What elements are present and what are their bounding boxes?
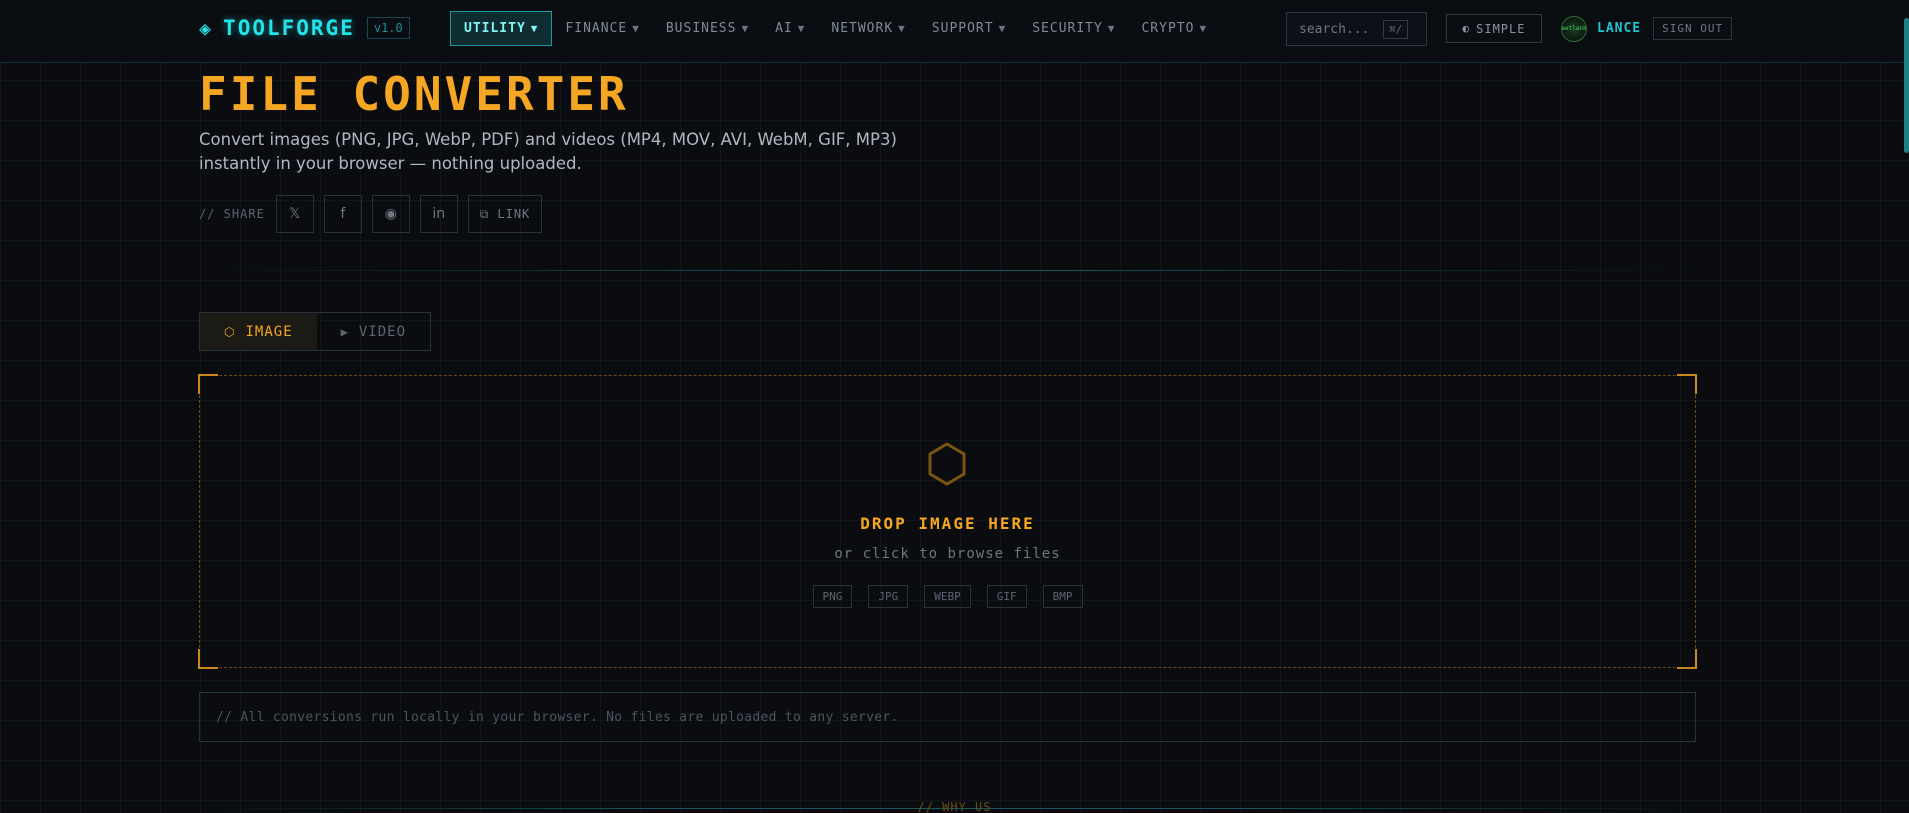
why-us-heading: // WHY US xyxy=(917,800,992,813)
caret-down-icon: ▼ xyxy=(797,22,806,35)
converter-tabs: ⬡ IMAGE ▶ VIDEO xyxy=(199,312,432,351)
menu-item-crypto[interactable]: CRYPTO ▼ xyxy=(1128,11,1220,46)
share-x-button[interactable]: 𝕏 xyxy=(275,195,314,233)
format-badge: WEBP xyxy=(924,585,971,608)
menu-item-utility[interactable]: UTILITY ▼ xyxy=(450,11,553,46)
section-divider xyxy=(199,270,1696,271)
corner-bracket xyxy=(1677,374,1697,394)
simple-mode-button[interactable]: ◐ SIMPLE xyxy=(1446,14,1542,43)
menu-item-network[interactable]: NETWORK ▼ xyxy=(818,11,918,46)
avatar-text: aetlank xyxy=(1561,25,1587,32)
menu-item-ai[interactable]: AI ▼ xyxy=(762,11,818,46)
supported-formats: PNG JPG WEBP GIF BMP xyxy=(200,585,1695,608)
menu-item-label: BUSINESS xyxy=(665,21,737,36)
user-menu: aetlank LANCE SIGN OUT xyxy=(1561,15,1733,42)
linkedin-icon: in xyxy=(432,206,446,222)
caret-down-icon: ▼ xyxy=(1107,22,1116,35)
format-badge: BMP xyxy=(1042,585,1083,608)
copy-link-label: LINK xyxy=(497,207,531,221)
copy-link-button[interactable]: ⧉ LINK xyxy=(467,195,543,233)
tab-label: IMAGE xyxy=(245,323,293,340)
share-reddit-button[interactable]: ◉ xyxy=(371,195,410,233)
menu-item-label: UTILITY xyxy=(464,21,526,36)
dropzone-subtitle: or click to browse files xyxy=(834,546,1061,562)
share-facebook-button[interactable]: f xyxy=(323,195,362,233)
caret-down-icon: ▼ xyxy=(998,22,1007,35)
menu-item-business[interactable]: BUSINESS ▼ xyxy=(653,11,762,46)
copy-link-icon: ⧉ xyxy=(479,206,490,221)
reddit-icon: ◉ xyxy=(384,206,397,222)
corner-bracket xyxy=(198,649,218,669)
page-title: FILE CONVERTER xyxy=(199,67,629,121)
corner-bracket xyxy=(198,374,218,394)
diamond-icon: ◈ xyxy=(199,16,212,40)
menu-item-label: NETWORK xyxy=(831,21,894,36)
play-icon: ▶ xyxy=(340,324,349,339)
share-linkedin-button[interactable]: in xyxy=(419,195,458,233)
version-badge: v1.0 xyxy=(366,17,410,39)
tab-image[interactable]: ⬡ IMAGE xyxy=(200,313,317,350)
corner-bracket xyxy=(1677,649,1697,669)
share-bar: // SHARE 𝕏 f ◉ in ⧉ LINK xyxy=(199,195,552,233)
hexagon-icon: ⬡ xyxy=(224,324,236,339)
scrollbar-thumb[interactable] xyxy=(1904,18,1909,153)
menu-item-support[interactable]: SUPPORT ▼ xyxy=(919,11,1019,46)
sign-out-button[interactable]: SIGN OUT xyxy=(1653,17,1733,40)
format-badge: JPG xyxy=(868,585,909,608)
caret-down-icon: ▼ xyxy=(632,22,640,35)
facebook-icon: f xyxy=(340,206,346,222)
description-line: Convert images (PNG, JPG, WebP, PDF) and… xyxy=(199,130,897,149)
menu-item-finance[interactable]: FINANCE ▼ xyxy=(552,11,652,46)
avatar[interactable]: aetlank xyxy=(1561,15,1587,42)
caret-down-icon: ▼ xyxy=(530,22,539,35)
format-badge: PNG xyxy=(812,585,853,608)
logo[interactable]: ◈ TOOLFORGE v1.0 xyxy=(199,14,410,42)
description-line: instantly in your browser — nothing uplo… xyxy=(199,154,582,173)
search-shortcut-badge: ⌘/ xyxy=(1383,19,1409,39)
search-box[interactable]: ⌘/ xyxy=(1286,12,1427,46)
hexagon-icon xyxy=(928,442,966,486)
tab-label: VIDEO xyxy=(358,323,407,340)
menu-item-label: FINANCE xyxy=(565,21,628,36)
simple-mode-label: SIMPLE xyxy=(1476,21,1526,36)
username[interactable]: LANCE xyxy=(1597,21,1641,36)
dropzone-title: DROP IMAGE HERE xyxy=(860,514,1035,533)
caret-down-icon: ▼ xyxy=(898,22,906,35)
menu-item-label: CRYPTO xyxy=(1141,21,1195,36)
privacy-note: // All conversions run locally in your b… xyxy=(199,692,1696,742)
page-description: Convert images (PNG, JPG, WebP, PDF) and… xyxy=(199,128,919,176)
menu-item-label: SUPPORT xyxy=(931,21,994,36)
caret-down-icon: ▼ xyxy=(741,22,750,35)
search-input[interactable] xyxy=(1299,21,1377,37)
caret-down-icon: ▼ xyxy=(1199,22,1208,35)
menu-item-label: SECURITY xyxy=(1032,21,1103,36)
x-icon: 𝕏 xyxy=(289,206,301,222)
file-dropzone[interactable]: DROP IMAGE HERE or click to browse files… xyxy=(198,374,1697,669)
main-menu: UTILITY ▼ FINANCE ▼ BUSINESS ▼ AI ▼ NETW… xyxy=(450,11,1220,46)
top-navbar: ◈ TOOLFORGE v1.0 UTILITY ▼ FINANCE ▼ BUS… xyxy=(0,0,1909,63)
logo-text: TOOLFORGE xyxy=(223,16,355,40)
share-label: // SHARE xyxy=(199,207,265,221)
tab-video[interactable]: ▶ VIDEO xyxy=(317,313,430,350)
format-badge: GIF xyxy=(986,585,1027,608)
menu-item-security[interactable]: SECURITY ▼ xyxy=(1019,11,1128,46)
menu-item-label: AI xyxy=(775,21,793,36)
half-circle-icon: ◐ xyxy=(1462,22,1471,35)
